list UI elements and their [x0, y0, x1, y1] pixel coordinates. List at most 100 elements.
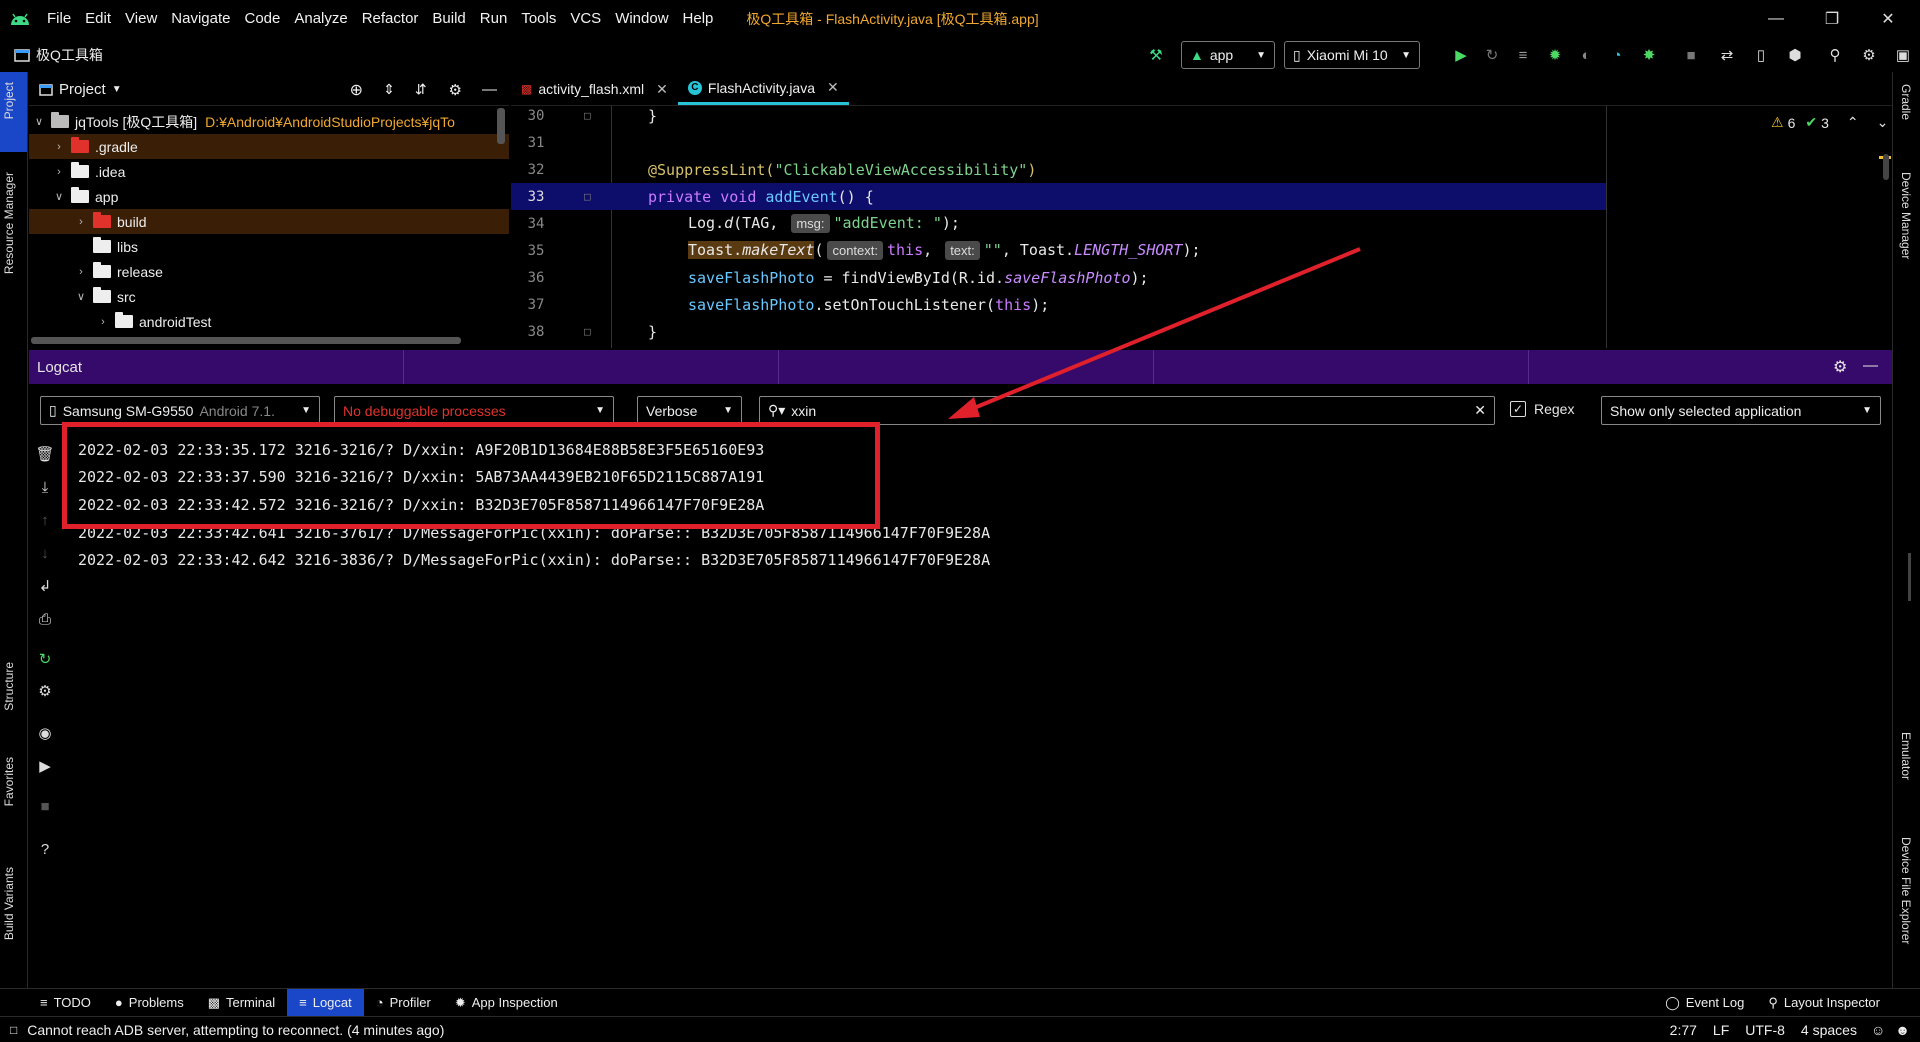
tab-activity-flash-xml[interactable]: ▩ activity_flash.xml ✕: [511, 73, 678, 105]
tree-item-libs[interactable]: libs: [29, 234, 509, 259]
close-tab-icon[interactable]: ✕: [827, 79, 839, 96]
chevron-down-icon[interactable]: ∨: [51, 190, 67, 203]
hide-logcat-icon[interactable]: —: [1863, 357, 1878, 374]
chevron-right-icon[interactable]: ›: [51, 166, 67, 178]
editor-scrollbar[interactable]: [1883, 154, 1889, 180]
settings-gear-icon[interactable]: ⚙: [1858, 44, 1880, 66]
tree-item-idea[interactable]: › .idea: [29, 159, 509, 184]
menu-run[interactable]: Run: [473, 0, 515, 38]
screenshot-icon[interactable]: ◉: [34, 722, 56, 744]
menu-tools[interactable]: Tools: [514, 0, 563, 38]
stop-icon[interactable]: ■: [1680, 44, 1702, 66]
fold-icon[interactable]: □: [584, 325, 591, 338]
file-encoding[interactable]: UTF-8: [1745, 1022, 1785, 1038]
attach-debugger-icon[interactable]: ✸: [1638, 44, 1660, 66]
tool-project[interactable]: Project: [2, 82, 16, 119]
tool-todo[interactable]: ≡ TODO: [28, 989, 103, 1017]
build-hammer-icon[interactable]: ⚒: [1145, 44, 1167, 66]
tree-item-src[interactable]: ∨ src: [29, 284, 509, 309]
regex-checkbox[interactable]: ✓ Regex: [1510, 401, 1574, 417]
horizontal-scrollbar[interactable]: [31, 337, 461, 344]
logcat-device-select[interactable]: ▯ Samsung SM-G9550 Android 7.1. ▼: [40, 396, 320, 425]
tool-device-file-explorer[interactable]: Device File Explorer: [1899, 837, 1913, 944]
feedback-icon[interactable]: ☻: [1895, 1022, 1910, 1038]
chevron-down-icon[interactable]: ▼: [112, 84, 122, 95]
chevron-up-icon[interactable]: ⌃: [1847, 114, 1859, 131]
tool-favorites[interactable]: Favorites: [2, 757, 16, 806]
close-window-icon[interactable]: ✕: [1860, 0, 1916, 38]
status-message[interactable]: Cannot reach ADB server, attempting to r…: [27, 1022, 444, 1038]
minimize-icon[interactable]: —: [1748, 0, 1804, 38]
tree-item-app[interactable]: ∨ app: [29, 184, 509, 209]
chevron-right-icon[interactable]: ›: [73, 216, 89, 228]
sdk-manager-icon[interactable]: ⬢: [1784, 44, 1806, 66]
tool-app-inspection[interactable]: ✹ App Inspection: [443, 989, 570, 1017]
status-square-icon[interactable]: □: [10, 1023, 17, 1037]
restart-icon[interactable]: ↻: [34, 648, 56, 670]
device-manager-icon[interactable]: ▯: [1750, 44, 1772, 66]
chevron-down-icon[interactable]: ∨: [31, 115, 47, 128]
scroll-to-end-icon[interactable]: ⤓: [34, 476, 56, 498]
menu-navigate[interactable]: Navigate: [164, 0, 237, 38]
chevron-right-icon[interactable]: ›: [73, 266, 89, 278]
coverage-icon[interactable]: ◐: [1575, 44, 1597, 66]
menu-view[interactable]: View: [118, 0, 164, 38]
chevron-right-icon[interactable]: ›: [51, 141, 67, 153]
menu-window[interactable]: Window: [608, 0, 675, 38]
tree-item-build[interactable]: › build: [29, 209, 509, 234]
tree-item-gradle[interactable]: › .gradle: [29, 134, 509, 159]
tool-event-log[interactable]: ◯ Event Log: [1653, 989, 1756, 1017]
print-icon[interactable]: ⎙: [34, 608, 56, 630]
tool-resource-manager[interactable]: Resource Manager: [2, 172, 16, 274]
tool-problems[interactable]: ● Problems: [103, 989, 196, 1017]
tool-structure[interactable]: Structure: [2, 662, 16, 711]
menu-analyze[interactable]: Analyze: [287, 0, 354, 38]
menu-vcs[interactable]: VCS: [563, 0, 608, 38]
tab-flashactivity-java[interactable]: C FlashActivity.java ✕: [677, 73, 849, 105]
menu-build[interactable]: Build: [425, 0, 472, 38]
menu-refactor[interactable]: Refactor: [355, 0, 426, 38]
panel-settings-icon[interactable]: ⚙: [449, 81, 462, 99]
locate-icon[interactable]: ⊕: [350, 80, 363, 100]
caret-position[interactable]: 2:77: [1670, 1022, 1697, 1038]
screen-record-icon[interactable]: ▶: [34, 755, 56, 777]
chevron-down-icon[interactable]: ∨: [73, 290, 89, 303]
tool-terminal[interactable]: ▩ Terminal: [196, 989, 287, 1017]
menu-file[interactable]: File: [40, 0, 78, 38]
sync-gradle-icon[interactable]: ⇄: [1716, 44, 1738, 66]
smiley-icon[interactable]: ☺: [1871, 1022, 1885, 1038]
debug-icon[interactable]: ✹: [1544, 44, 1566, 66]
apply-changes-icon[interactable]: ↻: [1481, 44, 1503, 66]
restore-icon[interactable]: ❐: [1804, 0, 1860, 38]
line-separator[interactable]: LF: [1713, 1022, 1729, 1038]
close-tab-icon[interactable]: ✕: [656, 81, 668, 98]
indent-setting[interactable]: 4 spaces: [1801, 1022, 1857, 1038]
device-select[interactable]: ▯ Xiaomi Mi 10 ▼: [1284, 41, 1420, 69]
chevron-down-icon[interactable]: ⌄: [1877, 114, 1889, 131]
collapse-all-icon[interactable]: ⇵: [415, 81, 427, 98]
log-level-select[interactable]: Verbose ▼: [637, 396, 742, 425]
tool-emulator[interactable]: Emulator: [1899, 732, 1913, 780]
up-arrow-icon[interactable]: ↑: [34, 509, 56, 531]
tree-item-release[interactable]: › release: [29, 259, 509, 284]
profiler-icon[interactable]: ◔: [1606, 44, 1628, 66]
menu-help[interactable]: Help: [676, 0, 721, 38]
tool-build-variants[interactable]: Build Variants: [2, 867, 16, 940]
vertical-scrollbar[interactable]: [497, 108, 505, 144]
filter-select[interactable]: Show only selected application ▼: [1601, 396, 1881, 425]
project-view-label[interactable]: Project: [59, 81, 106, 98]
tool-gradle[interactable]: Gradle: [1899, 84, 1913, 120]
inspection-widget[interactable]: ⚠ 6 ✔ 3 ⌃ ⌄: [1771, 114, 1888, 131]
expand-all-icon[interactable]: ⇕: [383, 81, 395, 98]
chevron-right-icon[interactable]: ›: [95, 316, 111, 328]
search-icon[interactable]: ⚲: [1824, 44, 1846, 66]
account-icon[interactable]: ▣: [1892, 44, 1914, 66]
clear-search-icon[interactable]: ✕: [1474, 402, 1486, 419]
soft-wrap-icon[interactable]: ↲: [34, 575, 56, 597]
logcat-gear-icon[interactable]: ⚙: [34, 680, 56, 702]
tool-layout-inspector[interactable]: ⚲ Layout Inspector: [1756, 989, 1892, 1017]
checkbox-checked-icon[interactable]: ✓: [1510, 401, 1526, 417]
help-icon[interactable]: ?: [34, 838, 56, 860]
stop-record-icon[interactable]: ■: [34, 795, 56, 817]
tool-device-manager[interactable]: Device Manager: [1899, 172, 1913, 259]
